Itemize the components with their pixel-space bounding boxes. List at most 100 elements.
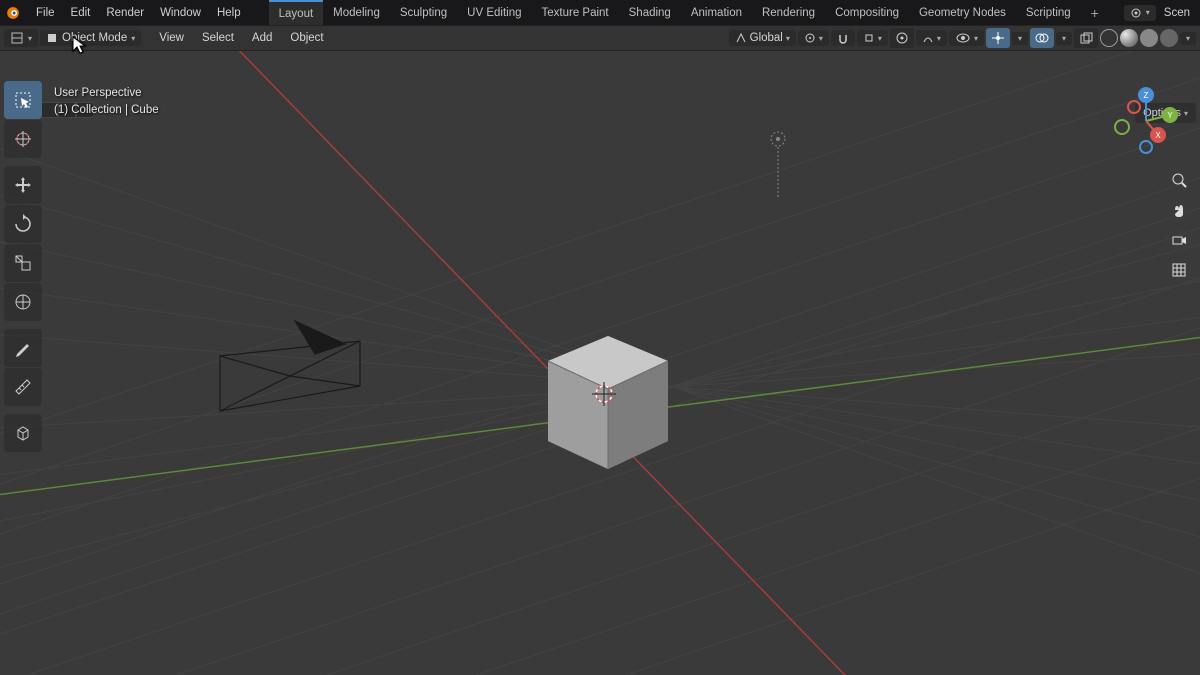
nav-gizmo[interactable]: Z Y X — [1110, 85, 1182, 157]
snap-target-icon — [863, 32, 875, 44]
menu-help[interactable]: Help — [209, 0, 249, 25]
object-mode-icon — [46, 32, 58, 44]
tab-layout[interactable]: Layout — [269, 0, 324, 25]
3d-viewport[interactable]: Options ▾ — [0, 51, 1200, 675]
camera-icon — [1171, 232, 1187, 248]
camera-object[interactable] — [220, 321, 360, 411]
tab-rendering[interactable]: Rendering — [752, 0, 825, 25]
viewport-header: ▾ Object Mode ▾ View Select Add Object G… — [0, 25, 1200, 51]
blender-logo-icon — [6, 6, 20, 20]
proportional-edit-toggle[interactable] — [890, 28, 914, 48]
shading-dropdown[interactable]: ▾ — [1180, 32, 1196, 45]
orientation-dropdown[interactable]: Global ▾ — [729, 30, 796, 46]
grid-icon — [1171, 262, 1187, 278]
menu-window[interactable]: Window — [152, 0, 209, 25]
gizmos-dropdown[interactable]: ▾ — [1012, 32, 1028, 45]
add-cube-icon — [13, 423, 33, 443]
transform-tool[interactable] — [4, 283, 42, 321]
proportional-icon — [895, 31, 909, 45]
snap-target-dropdown[interactable]: ▾ — [857, 30, 888, 46]
gizmos-toggle[interactable] — [986, 28, 1010, 48]
pivot-icon — [804, 32, 816, 44]
menu-file[interactable]: File — [28, 0, 63, 25]
overlays-toggle[interactable] — [1030, 28, 1054, 48]
tab-compositing[interactable]: Compositing — [825, 0, 909, 25]
menu-render[interactable]: Render — [98, 0, 152, 25]
measure-tool[interactable] — [4, 368, 42, 406]
header-menu-object[interactable]: Object — [282, 32, 331, 44]
scale-tool[interactable] — [4, 244, 42, 282]
scene-name-field[interactable]: Scen — [1160, 7, 1194, 19]
proportional-falloff-dropdown[interactable]: ▾ — [916, 30, 947, 46]
header-menu-view[interactable]: View — [151, 32, 192, 44]
tab-sculpting[interactable]: Sculpting — [390, 0, 457, 25]
rotate-icon — [13, 214, 33, 234]
move-icon — [13, 175, 33, 195]
select-box-tool[interactable] — [4, 81, 42, 119]
orientation-label: Global — [750, 32, 783, 44]
pan-button[interactable] — [1166, 197, 1192, 223]
xray-toggle[interactable] — [1074, 28, 1098, 48]
overlays-dropdown[interactable]: ▾ — [1056, 32, 1072, 45]
shading-material[interactable] — [1140, 29, 1158, 47]
rotate-tool[interactable] — [4, 205, 42, 243]
shading-solid[interactable] — [1120, 29, 1138, 47]
svg-text:Z: Z — [1144, 91, 1149, 100]
move-tool[interactable] — [4, 166, 42, 204]
select-box-icon — [13, 90, 33, 110]
mode-label: Object Mode — [62, 32, 127, 44]
light-object[interactable] — [771, 132, 785, 199]
nav-buttons-column — [1166, 167, 1192, 283]
falloff-icon — [922, 32, 934, 44]
tab-shading[interactable]: Shading — [619, 0, 681, 25]
tab-uv-editing[interactable]: UV Editing — [457, 0, 531, 25]
perspective-toggle-button[interactable] — [1166, 257, 1192, 283]
annotate-icon — [13, 338, 33, 358]
viewport-scene — [0, 51, 1200, 675]
xray-icon — [1079, 31, 1093, 45]
measure-icon — [13, 377, 33, 397]
magnet-icon — [837, 32, 849, 44]
pivot-dropdown[interactable]: ▾ — [798, 30, 829, 46]
orientation-icon — [735, 32, 747, 44]
scale-icon — [13, 253, 33, 273]
add-cube-tool[interactable] — [4, 414, 42, 452]
snap-toggle[interactable] — [831, 30, 855, 46]
mode-dropdown[interactable]: Object Mode ▾ — [40, 30, 141, 46]
cursor-tool-icon — [13, 129, 33, 149]
editor-type-icon — [10, 31, 24, 45]
header-right-cluster: ▾ ▾ ▾ ▾ — [949, 28, 1196, 48]
viewport-overlay-text: User Perspective (1) Collection | Cube — [54, 85, 159, 118]
camera-view-button[interactable] — [1166, 227, 1192, 253]
annotate-tool[interactable] — [4, 329, 42, 367]
overlay-object-label: (1) Collection | Cube — [54, 102, 159, 119]
tab-scripting[interactable]: Scripting — [1016, 0, 1081, 25]
transform-icon — [13, 292, 33, 312]
cursor-tool[interactable] — [4, 120, 42, 158]
add-workspace-button[interactable]: + — [1081, 0, 1109, 25]
tab-texture-paint[interactable]: Texture Paint — [532, 0, 619, 25]
tab-animation[interactable]: Animation — [681, 0, 752, 25]
gizmo-icon — [991, 31, 1005, 45]
nav-gizmo-svg: Z Y X — [1110, 85, 1182, 157]
overlay-perspective-label: User Perspective — [54, 85, 159, 102]
header-menu-add[interactable]: Add — [244, 32, 280, 44]
menu-edit[interactable]: Edit — [63, 0, 99, 25]
zoom-button[interactable] — [1166, 167, 1192, 193]
menubar-right: ▾ Scen — [1124, 5, 1194, 21]
tab-geometry-nodes[interactable]: Geometry Nodes — [909, 0, 1016, 25]
editor-type-dropdown[interactable]: ▾ — [4, 29, 38, 47]
svg-text:Y: Y — [1167, 111, 1173, 120]
shading-wireframe[interactable] — [1100, 29, 1118, 47]
cube-object[interactable] — [548, 336, 668, 469]
shading-mode-group — [1100, 29, 1178, 47]
eye-icon — [955, 32, 971, 44]
shading-rendered[interactable] — [1160, 29, 1178, 47]
scene-dropdown[interactable]: ▾ — [1124, 5, 1156, 21]
pan-icon — [1171, 202, 1187, 218]
header-menu-select[interactable]: Select — [194, 32, 242, 44]
visibility-dropdown[interactable]: ▾ — [949, 30, 984, 46]
tab-modeling[interactable]: Modeling — [323, 0, 390, 25]
scene-icon — [1130, 7, 1142, 19]
workspace-tabs: Layout Modeling Sculpting UV Editing Tex… — [269, 0, 1109, 25]
